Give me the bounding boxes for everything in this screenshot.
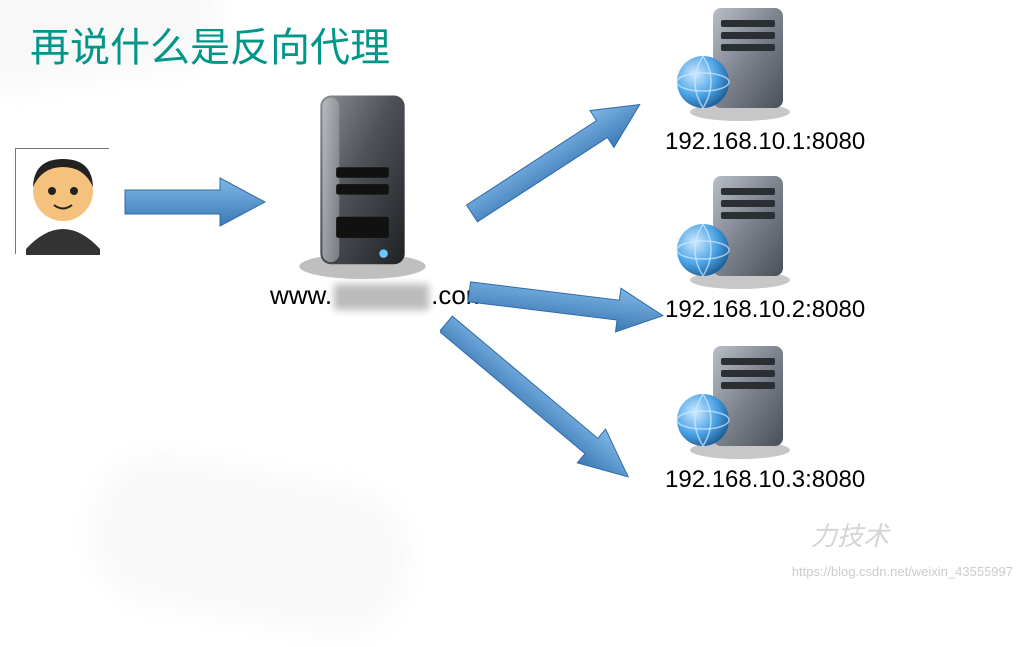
user-icon — [15, 148, 109, 254]
backend-server-2-icon — [665, 170, 800, 290]
proxy-server-icon — [280, 85, 445, 280]
backend-server-1-icon — [665, 2, 800, 122]
background-watermark-text: 力技术 — [811, 516, 889, 553]
watermark-bg-shape — [79, 443, 420, 646]
backend-server-3-icon — [665, 340, 800, 460]
proxy-domain-redacted — [334, 284, 429, 310]
backend-server-2-label: 192.168.10.2:8080 — [665, 296, 865, 324]
arrow-user-to-proxy — [120, 172, 270, 232]
proxy-domain-prefix: www. — [270, 280, 332, 310]
diagram-title: 再说什么是反向代理 — [30, 15, 390, 73]
backend-server-1-label: 192.168.10.1:8080 — [665, 128, 865, 156]
source-watermark: https://blog.csdn.net/weixin_43555997 — [792, 564, 1013, 579]
backend-server-3-label: 192.168.10.3:8080 — [665, 466, 865, 494]
